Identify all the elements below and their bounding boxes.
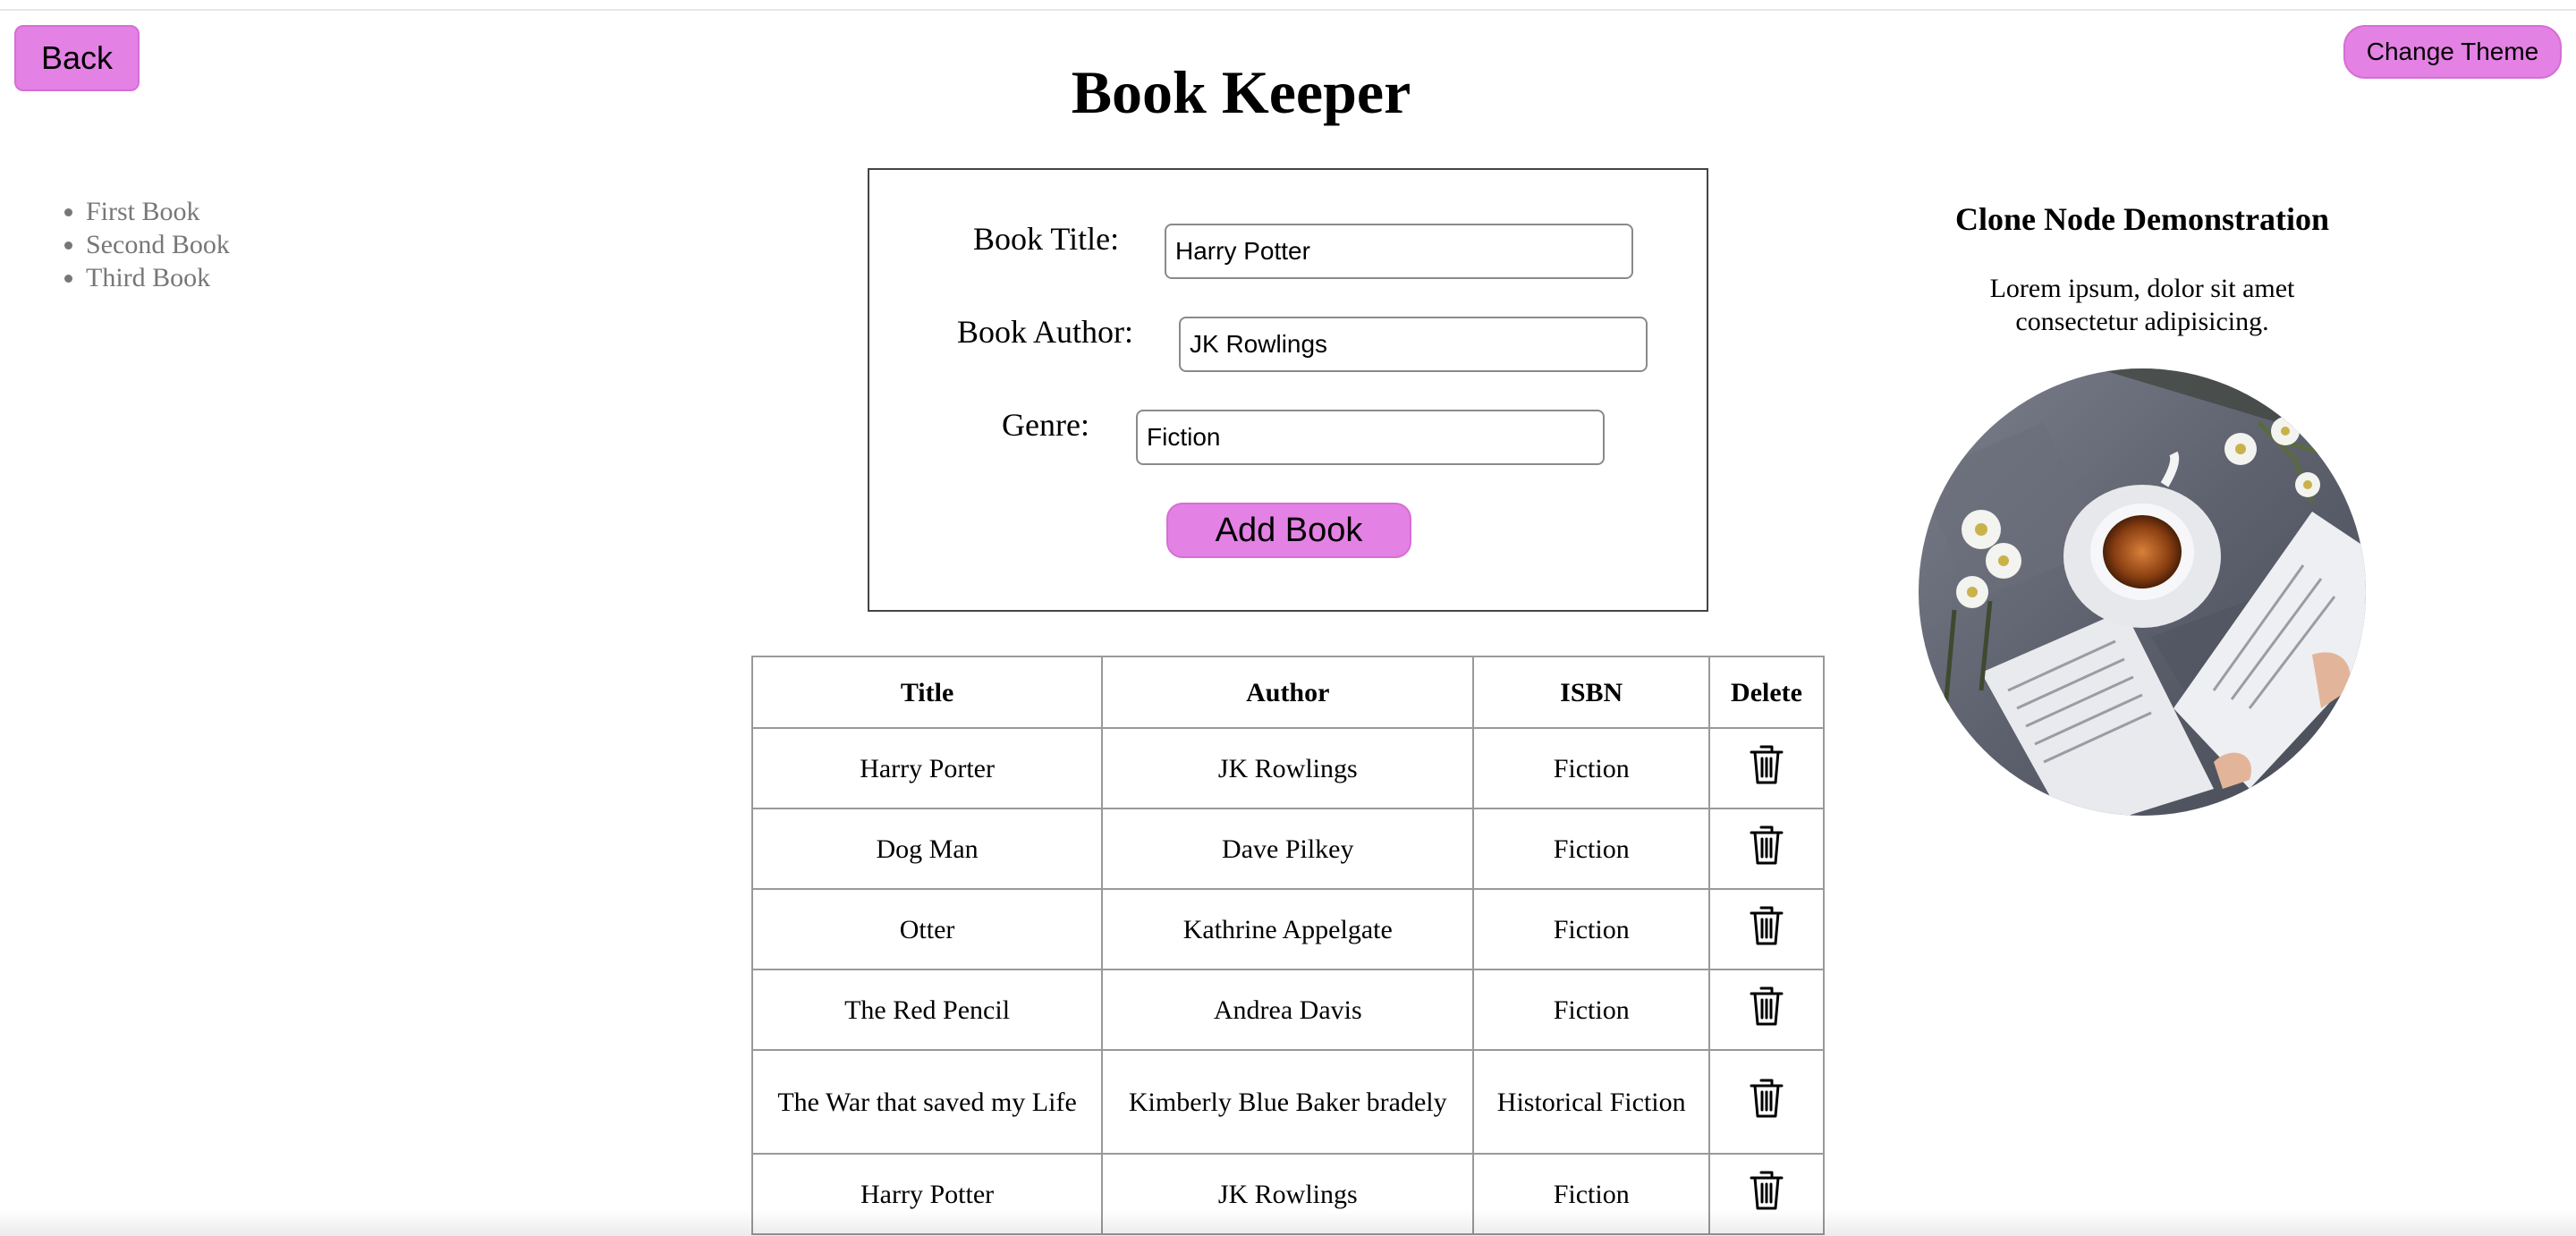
cell-delete bbox=[1708, 969, 1825, 1051]
trash-icon[interactable] bbox=[1749, 1170, 1784, 1219]
cell-delete bbox=[1708, 1049, 1825, 1155]
table-row: The Red Pencil Andrea Davis Fiction bbox=[750, 969, 1825, 1051]
column-header-title: Title bbox=[750, 656, 1104, 729]
genre-label: Genre: bbox=[1002, 407, 1089, 443]
book-author-input[interactable] bbox=[1179, 317, 1648, 372]
cell-isbn: Historical Fiction bbox=[1472, 1049, 1711, 1155]
table-header-row: Title Author ISBN Delete bbox=[750, 656, 1825, 729]
trash-icon[interactable] bbox=[1749, 905, 1784, 954]
genre-input[interactable] bbox=[1136, 410, 1605, 465]
cell-delete bbox=[1708, 727, 1825, 809]
cell-delete bbox=[1708, 1153, 1825, 1235]
cell-title: Harry Porter bbox=[750, 727, 1104, 809]
list-item: Third Book bbox=[86, 261, 230, 294]
table-row: The War that saved my Life Kimberly Blue… bbox=[750, 1049, 1825, 1155]
add-book-form: Book Title: Book Author: Genre: Add Book bbox=[868, 168, 1708, 612]
cell-author: JK Rowlings bbox=[1101, 1153, 1475, 1235]
cell-author: Andrea Davis bbox=[1101, 969, 1475, 1051]
trash-icon[interactable] bbox=[1749, 1078, 1784, 1127]
add-book-button[interactable]: Add Book bbox=[1166, 503, 1411, 558]
clone-node-text: Lorem ipsum, dolor sit amet consectetur … bbox=[1989, 274, 2295, 336]
cell-author: Kimberly Blue Baker bradely bbox=[1101, 1049, 1475, 1155]
trash-icon[interactable] bbox=[1749, 825, 1784, 874]
list-item: First Book bbox=[86, 195, 230, 228]
column-header-delete: Delete bbox=[1708, 656, 1825, 729]
cell-title: The Red Pencil bbox=[750, 969, 1104, 1051]
book-title-label: Book Title: bbox=[973, 221, 1120, 257]
tea-books-photo bbox=[1919, 368, 2366, 816]
cell-title: The War that saved my Life bbox=[750, 1049, 1104, 1155]
book-title-input[interactable] bbox=[1165, 224, 1633, 279]
cell-author: Kathrine Appelgate bbox=[1101, 888, 1475, 970]
table-row: Dog Man Dave Pilkey Fiction bbox=[750, 808, 1825, 890]
book-link[interactable]: Third Book bbox=[86, 263, 210, 292]
column-header-author: Author bbox=[1101, 656, 1475, 729]
cell-title: Otter bbox=[750, 888, 1104, 970]
column-header-isbn: ISBN bbox=[1472, 656, 1711, 729]
cell-author: JK Rowlings bbox=[1101, 727, 1475, 809]
table-row: Harry Porter JK Rowlings Fiction bbox=[750, 727, 1825, 809]
cell-isbn: Fiction bbox=[1472, 888, 1711, 970]
cell-title: Dog Man bbox=[750, 808, 1104, 890]
trash-icon[interactable] bbox=[1749, 986, 1784, 1035]
trash-icon[interactable] bbox=[1749, 744, 1784, 793]
book-author-label: Book Author: bbox=[957, 314, 1134, 350]
cell-delete bbox=[1708, 888, 1825, 970]
clone-node-title: Clone Node Demonstration bbox=[1955, 201, 2329, 237]
cell-author: Dave Pilkey bbox=[1101, 808, 1475, 890]
cell-delete bbox=[1708, 808, 1825, 890]
top-divider bbox=[0, 9, 2576, 11]
table-row: Otter Kathrine Appelgate Fiction bbox=[750, 888, 1825, 970]
page: Back Change Theme Book Keeper First Book… bbox=[0, 0, 2576, 1236]
list-item: Second Book bbox=[86, 228, 230, 261]
cell-title: Harry Potter bbox=[750, 1153, 1104, 1235]
cell-isbn: Fiction bbox=[1472, 1153, 1711, 1235]
book-link[interactable]: First Book bbox=[86, 197, 200, 226]
books-table: Title Author ISBN Delete Harry Porter JK… bbox=[750, 656, 1825, 1235]
cell-isbn: Fiction bbox=[1472, 808, 1711, 890]
page-title: Book Keeper bbox=[1071, 58, 1411, 126]
book-link[interactable]: Second Book bbox=[86, 230, 230, 259]
book-list: First Book Second Book Third Book bbox=[59, 195, 230, 294]
cell-isbn: Fiction bbox=[1472, 727, 1711, 809]
cell-isbn: Fiction bbox=[1472, 969, 1711, 1051]
table-row: Harry Potter JK Rowlings Fiction bbox=[750, 1153, 1825, 1235]
